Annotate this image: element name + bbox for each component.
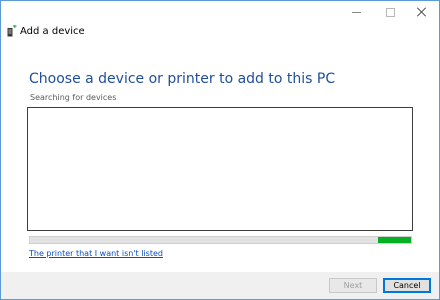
device-list[interactable] [27, 107, 413, 231]
search-progress-bar [29, 236, 412, 244]
minimize-icon [351, 11, 361, 13]
close-button[interactable] [405, 1, 439, 23]
maximize-button [373, 1, 407, 23]
next-button[interactable]: Next [329, 278, 377, 293]
printer-not-listed-link[interactable]: The printer that I want isn't listed [29, 249, 163, 258]
search-status: Searching for devices [30, 93, 117, 102]
maximize-icon [385, 7, 395, 17]
close-icon [417, 7, 427, 17]
add-device-window: Add a device Choose a device or printer … [0, 0, 440, 300]
add-device-icon [7, 25, 17, 37]
cancel-button[interactable]: Cancel [383, 278, 431, 293]
title-bar[interactable] [1, 1, 439, 25]
footer-bar: Next Cancel [1, 272, 439, 299]
progress-indicator [378, 237, 411, 243]
minimize-button[interactable] [339, 1, 373, 23]
page-heading: Choose a device or printer to add to thi… [29, 71, 336, 87]
window-title: Add a device [20, 26, 85, 37]
